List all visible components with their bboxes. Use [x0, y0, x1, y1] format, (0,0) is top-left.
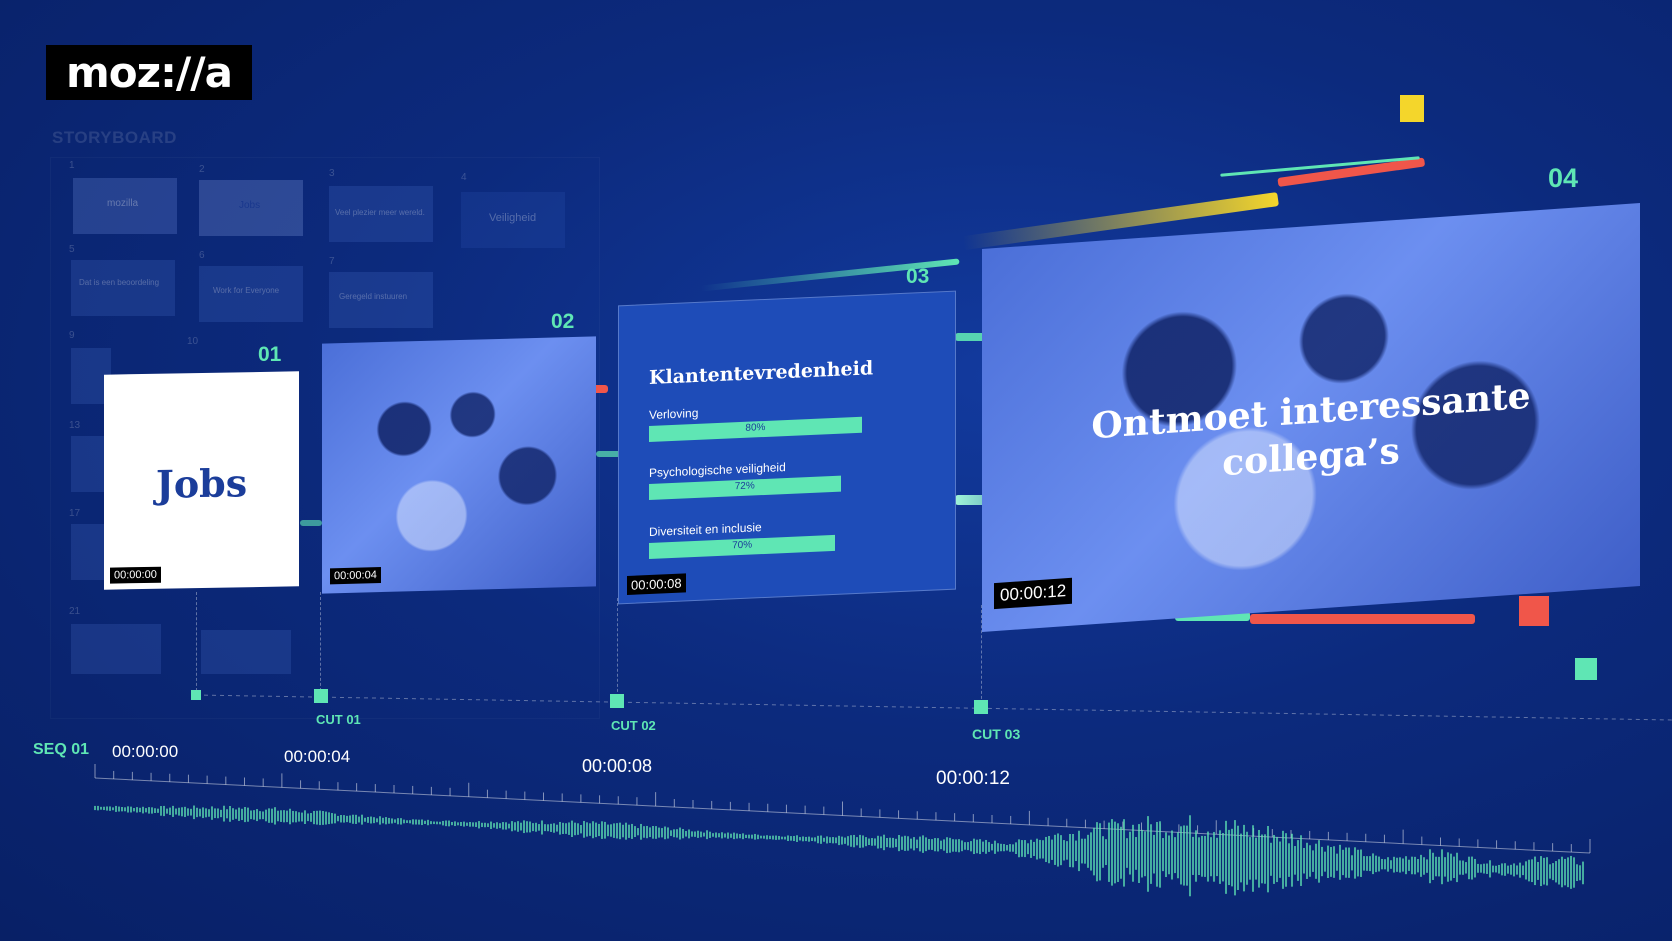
timeline-svg [94, 694, 1672, 897]
cut-label: CUT 02 [611, 718, 656, 733]
cut-marker[interactable] [314, 689, 328, 703]
time-label: 00:00:08 [582, 756, 653, 776]
cut-path [195, 694, 1672, 721]
time-label: 00:00:12 [936, 768, 1010, 789]
cut-label: CUT 03 [972, 726, 1021, 742]
cut-marker[interactable] [974, 700, 988, 714]
sequence-label: SEQ 01 [33, 741, 90, 758]
cut-marker[interactable] [610, 694, 624, 708]
time-label: 00:00:04 [284, 747, 351, 766]
cut-marker[interactable] [191, 690, 201, 700]
time-label: 00:00:00 [112, 742, 179, 761]
audio-waveform [94, 805, 1584, 897]
cut-label: CUT 01 [316, 712, 361, 727]
